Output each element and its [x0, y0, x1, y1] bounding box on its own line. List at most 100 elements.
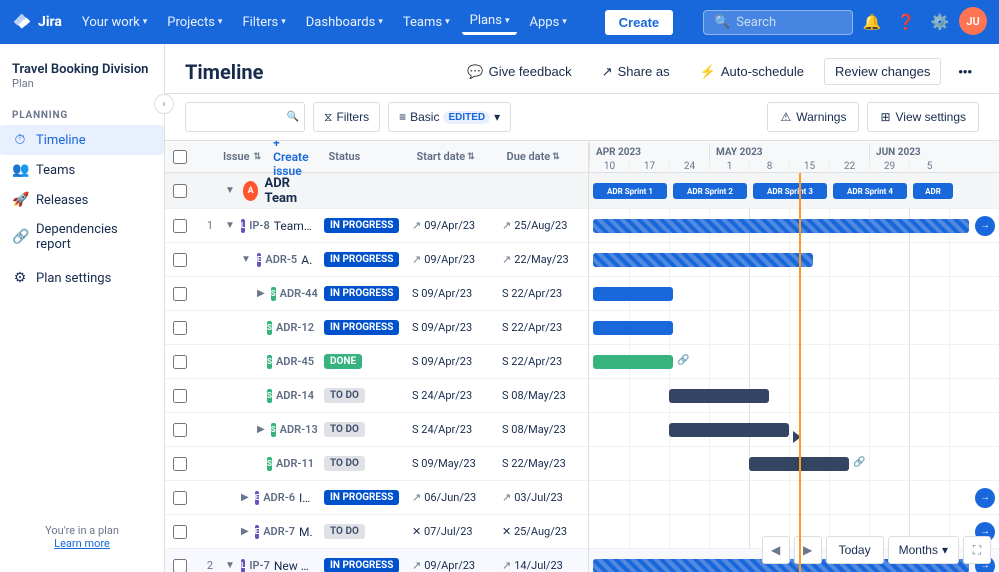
nav-projects[interactable]: Projects ▾	[159, 11, 230, 34]
row-checkbox[interactable]	[173, 321, 187, 335]
view-settings-button[interactable]: ⊞ View settings	[867, 102, 979, 132]
issue-label[interactable]: Invite and share	[299, 491, 312, 505]
due-date: ↗22/May/23	[502, 253, 569, 266]
search-box[interactable]: 🔍 Search	[703, 10, 853, 35]
nav-dashboards[interactable]: Dashboards ▾	[298, 11, 391, 34]
warnings-button[interactable]: ⚠ Warnings	[767, 102, 859, 132]
nav-plans[interactable]: Plans ▾	[462, 9, 518, 35]
row-checkbox[interactable]	[173, 253, 187, 267]
chevron-down-icon[interactable]: ▼	[223, 560, 237, 571]
chevron-down-icon: ▾	[494, 110, 500, 124]
teams-icon: 👥	[12, 162, 28, 178]
months-selector[interactable]: Months▾	[888, 536, 959, 564]
row-checkbox[interactable]	[173, 219, 187, 233]
table-row: S ADR-45 As a user I can ena... DONE S 0…	[165, 345, 588, 379]
chevron-down-icon[interactable]: ▼	[223, 220, 237, 231]
gantt-row	[589, 413, 999, 447]
row-checkbox[interactable]	[173, 355, 187, 369]
gantt-date: 8	[749, 161, 789, 172]
share-as-button[interactable]: ↗ Share as	[592, 59, 680, 85]
search-input[interactable]	[185, 102, 305, 132]
fullscreen-button[interactable]: ⛶	[963, 536, 991, 564]
status-badge: TO DO	[324, 422, 365, 437]
row-checkbox[interactable]	[173, 423, 187, 437]
chevron-down-icon[interactable]: ▼	[239, 254, 253, 265]
sidebar-item-label-plan-settings: Plan settings	[36, 271, 111, 286]
due-date: ↗14/Jul/23	[502, 559, 563, 572]
sidebar-item-releases[interactable]: 🚀 Releases	[0, 185, 164, 215]
start-date: S 09/Apr/23	[412, 287, 472, 300]
start-date: S 09/Apr/23	[412, 321, 472, 334]
select-all-checkbox[interactable]	[173, 150, 187, 164]
basic-button[interactable]: ≡ Basic EDITED ▾	[388, 102, 511, 132]
expand-arrow[interactable]: ▶	[239, 492, 251, 503]
gantt-prev-button[interactable]: ◀	[762, 536, 790, 564]
nav-filters[interactable]: Filters ▾	[234, 11, 293, 34]
nav-your-work[interactable]: Your work ▾	[74, 11, 155, 34]
row-checkbox[interactable]	[173, 287, 187, 301]
issue-type-icon: S	[267, 355, 272, 369]
nav-teams[interactable]: Teams ▾	[395, 11, 458, 34]
sidebar-item-dependencies[interactable]: 🔗 Dependencies report	[0, 215, 164, 259]
sidebar-item-timeline[interactable]: ⏱ Timeline	[0, 125, 164, 155]
table-row: 1 ▼ L IP-8 Team Travel Mobile Apps IN PR…	[165, 209, 588, 243]
row-checkbox[interactable]	[173, 525, 187, 539]
issue-label[interactable]: New payment systems	[274, 559, 312, 572]
table-row: ▶ E ADR-7 My Group Trips Overview TO DO …	[165, 515, 588, 549]
sidebar-item-teams[interactable]: 👥 Teams	[0, 155, 164, 185]
today-button[interactable]: Today	[826, 536, 884, 564]
sidebar-project: Travel Booking Division Plan	[0, 54, 164, 102]
sidebar-learn-more-link[interactable]: Learn more	[12, 537, 152, 550]
row-checkbox[interactable]	[173, 184, 187, 198]
more-options-button[interactable]: •••	[951, 59, 979, 84]
row-checkbox[interactable]	[173, 559, 187, 572]
table-row: 2 ▼ L IP-7 New payment systems IN PROGRE…	[165, 549, 588, 572]
issue-label[interactable]: My Group Trips Overview	[299, 525, 312, 539]
due-date: ✕ 25/Aug/23	[502, 525, 567, 538]
navigate-right-button[interactable]: →	[975, 216, 995, 236]
issue-type-icon: S	[267, 457, 272, 471]
gantt-row	[589, 277, 999, 311]
settings-icon[interactable]: ⚙️	[925, 7, 955, 37]
sprint-bar: ADR Sprint 3	[753, 183, 827, 199]
give-feedback-button[interactable]: 💬 Give feedback	[457, 59, 581, 85]
table-row: S ADR-12 Setup dev and and ... IN PROGRE…	[165, 311, 588, 345]
row-checkbox[interactable]	[173, 389, 187, 403]
notification-icon[interactable]: 🔔	[857, 7, 887, 37]
issue-label[interactable]: Team Travel Mobile Apps	[274, 219, 312, 233]
due-date: S 22/Apr/23	[502, 321, 562, 334]
sort-icon[interactable]: ⇅	[254, 152, 262, 162]
auto-schedule-button[interactable]: ⚡ Auto-schedule	[690, 59, 814, 85]
expand-arrow[interactable]: ▶	[255, 424, 267, 435]
gantt-next-button[interactable]: ▶	[794, 536, 822, 564]
due-date: S 22/Apr/23	[502, 287, 562, 300]
review-changes-button[interactable]: Review changes	[824, 58, 941, 85]
sidebar-collapse-button[interactable]: ‹	[154, 94, 174, 114]
avatar[interactable]: JU	[959, 7, 987, 35]
chevron-down-icon[interactable]: ▼	[223, 185, 237, 196]
feedback-icon: 💬	[467, 64, 483, 80]
nav-apps[interactable]: Apps ▾	[521, 11, 574, 34]
due-date: S 08/May/23	[502, 389, 566, 402]
create-button[interactable]: Create	[605, 10, 673, 35]
view-settings-icon: ⊞	[880, 110, 890, 124]
row-checkbox[interactable]	[173, 457, 187, 471]
expand-arrow[interactable]: ▶	[239, 526, 251, 537]
gantt-date: 10	[589, 161, 629, 172]
start-date: ✕ 07/Jul/23	[412, 525, 473, 538]
issue-type-icon: S	[271, 423, 276, 437]
issue-key: IP-7	[249, 559, 270, 572]
help-icon[interactable]: ❓	[891, 7, 921, 37]
app-logo[interactable]: Jira	[12, 12, 62, 32]
sidebar-item-plan-settings[interactable]: ⚙ Plan settings	[0, 263, 164, 293]
navigate-right-button[interactable]: →	[975, 488, 995, 508]
row-checkbox[interactable]	[173, 491, 187, 505]
table-row: S ADR-11 As a user I can log i... TO DO …	[165, 447, 588, 481]
filters-button[interactable]: ⧖ Filters	[313, 102, 380, 132]
issue-label[interactable]: App Basics - Android test	[301, 253, 312, 267]
status-badge: TO DO	[324, 524, 365, 539]
search-placeholder: Search	[736, 15, 776, 30]
expand-arrow[interactable]: ▶	[255, 288, 267, 299]
create-issue-button[interactable]: + Create issue	[265, 141, 316, 182]
issue-key: ADR-13	[280, 423, 318, 436]
